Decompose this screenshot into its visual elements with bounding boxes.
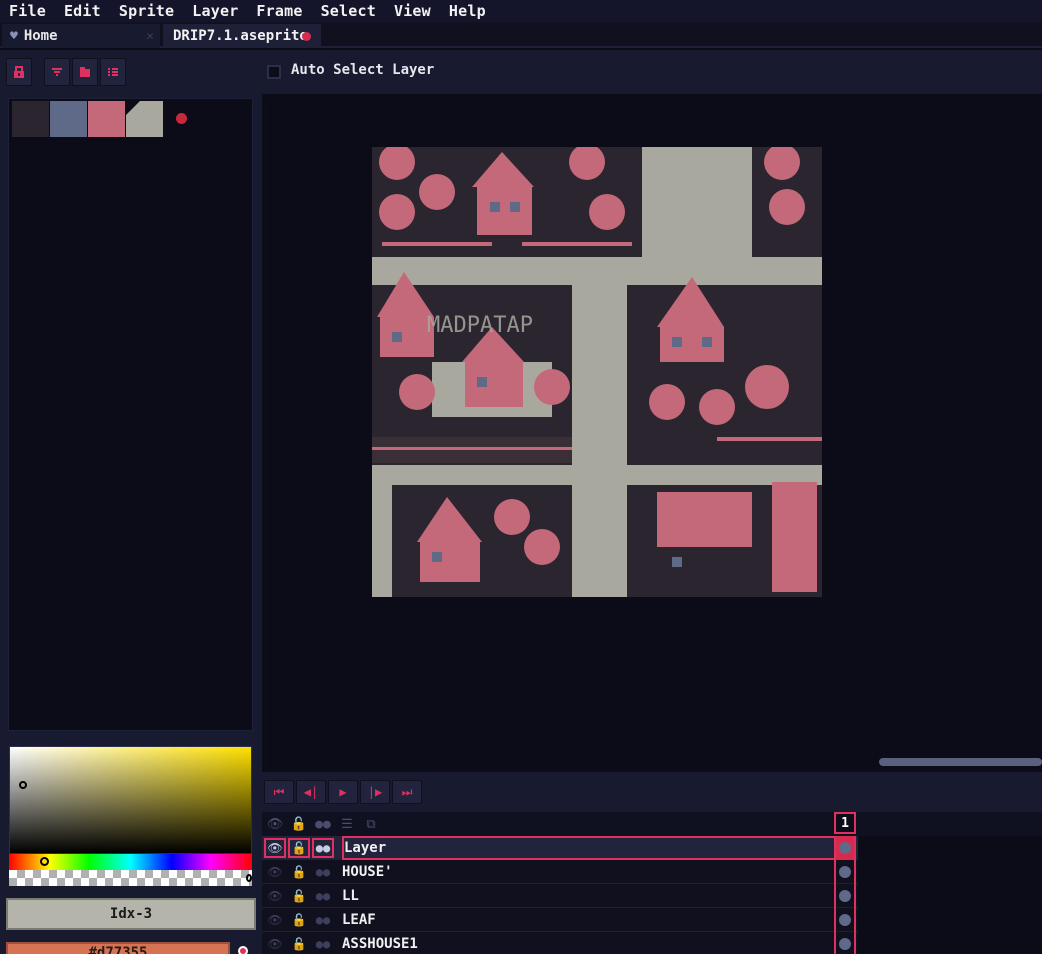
context-toolbar — [0, 50, 1042, 94]
continuous-icon[interactable]: ●● — [312, 838, 334, 858]
color-warning-icon[interactable] — [238, 946, 248, 954]
next-frame-icon[interactable]: |▶ — [360, 780, 390, 804]
eye-icon[interactable]: 👁 — [264, 814, 286, 834]
menu-file[interactable]: File — [0, 0, 55, 22]
tab-file[interactable]: DRIP7.1.aseprite — [163, 24, 321, 48]
palette-swatch-2[interactable] — [88, 101, 125, 137]
lock-icon[interactable] — [6, 58, 32, 86]
tab-home-label: Home — [23, 28, 58, 44]
cel-dot-icon — [839, 914, 851, 926]
menu-bar: File Edit Sprite Layer Frame Select View… — [0, 0, 1042, 22]
unlock-icon[interactable]: 🔓 — [288, 838, 310, 858]
color-hex-button[interactable]: #d77355 — [6, 942, 230, 954]
frame-number-header[interactable]: 1 — [834, 812, 856, 834]
hue-cursor[interactable] — [40, 857, 49, 866]
layer-row[interactable]: 👁 🔓 ●● Layer — [262, 836, 858, 860]
link-cels-icon[interactable]: ⧉ — [360, 814, 382, 834]
canvas-watermark: MADPATAP — [427, 313, 533, 338]
menu-sprite[interactable]: Sprite — [110, 0, 183, 22]
layer-name: LL — [342, 888, 359, 904]
eye-icon[interactable]: 👁 — [264, 934, 286, 954]
heart-icon: ♥ — [10, 28, 18, 44]
palette-swatch-1[interactable] — [50, 101, 87, 137]
sprite-canvas[interactable]: MADPATAP — [372, 147, 822, 597]
last-frame-icon[interactable]: ⏭ — [392, 780, 422, 804]
unlock-icon[interactable]: 🔓 — [288, 934, 310, 954]
cel[interactable] — [834, 884, 856, 908]
palette-options-icon[interactable] — [176, 113, 187, 124]
filter-icon[interactable] — [44, 58, 70, 86]
tab-file-label: DRIP7.1.aseprite — [173, 28, 308, 44]
color-saturation-value-picker[interactable] — [9, 746, 252, 854]
palette-swatch-3[interactable] — [126, 101, 163, 137]
cel-area[interactable] — [858, 836, 1042, 954]
folder-icon[interactable] — [72, 58, 98, 86]
cel-dot-icon — [839, 890, 851, 902]
cel[interactable] — [834, 836, 856, 860]
play-icon[interactable]: ▶ — [328, 780, 358, 804]
cel[interactable] — [834, 908, 856, 932]
auto-select-label: Auto Select Layer — [291, 62, 435, 78]
lock-icon[interactable]: 🔓 — [288, 814, 310, 834]
menu-edit[interactable]: Edit — [55, 0, 110, 22]
palette-panel — [8, 98, 253, 731]
unlock-icon[interactable]: 🔓 — [288, 886, 310, 906]
color-index-button[interactable]: Idx-3 — [6, 898, 256, 930]
eye-icon[interactable]: 👁 — [264, 910, 286, 930]
auto-select-checkbox[interactable] — [267, 65, 281, 79]
alpha-slider[interactable] — [9, 870, 252, 886]
tab-home[interactable]: ♥ Home ✕ — [2, 24, 160, 48]
menu-frame[interactable]: Frame — [247, 0, 311, 22]
layer-row[interactable]: 👁 🔓 ●● ASSHOUSE1 — [262, 932, 858, 954]
layer-settings-icon[interactable]: ☰ — [336, 814, 358, 834]
unsaved-dot-icon[interactable] — [302, 32, 311, 41]
town-map-artwork: MADPATAP — [372, 147, 822, 597]
layer-row[interactable]: 👁 🔓 ●● LEAF — [262, 908, 858, 932]
eye-icon[interactable]: 👁 — [264, 838, 286, 858]
layer-name: HOUSE' — [342, 864, 393, 880]
continuous-icon[interactable]: ●● — [312, 862, 334, 882]
previous-frame-icon[interactable]: ◀| — [296, 780, 326, 804]
unlock-icon[interactable]: 🔓 — [288, 862, 310, 882]
layer-name: Layer — [342, 836, 838, 860]
menu-view[interactable]: View — [385, 0, 440, 22]
eye-icon[interactable]: 👁 — [264, 862, 286, 882]
alpha-cursor[interactable] — [246, 874, 252, 882]
sv-cursor[interactable] — [19, 781, 27, 789]
layer-row[interactable]: 👁 🔓 ●● HOUSE' — [262, 860, 858, 884]
cel-dot-icon — [839, 938, 851, 950]
continuous-icon[interactable]: ●● — [312, 910, 334, 930]
palette-swatch-0[interactable] — [12, 101, 49, 137]
continuous-icon[interactable]: ●● — [312, 814, 334, 834]
cel-dot-icon — [839, 866, 851, 878]
layer-row[interactable]: 👁 🔓 ●● LL — [262, 884, 858, 908]
horizontal-scrollbar[interactable] — [879, 758, 1042, 766]
cel[interactable] — [834, 932, 856, 954]
menu-select[interactable]: Select — [312, 0, 385, 22]
close-icon[interactable]: ✕ — [146, 29, 154, 44]
first-frame-icon[interactable]: ⏮ — [264, 780, 294, 804]
cel-dot-icon — [839, 842, 851, 854]
continuous-icon[interactable]: ●● — [312, 886, 334, 906]
unlock-icon[interactable]: 🔓 — [288, 910, 310, 930]
app-window: File Edit Sprite Layer Frame Select View… — [0, 0, 1042, 954]
layer-name: LEAF — [342, 912, 376, 928]
list-icon[interactable] — [100, 58, 126, 86]
eye-icon[interactable]: 👁 — [264, 886, 286, 906]
menu-help[interactable]: Help — [440, 0, 495, 22]
cel[interactable] — [834, 860, 856, 884]
continuous-icon[interactable]: ●● — [312, 934, 334, 954]
tab-bar: ♥ Home ✕ DRIP7.1.aseprite — [0, 22, 1042, 48]
menu-layer[interactable]: Layer — [183, 0, 247, 22]
layer-name: ASSHOUSE1 — [342, 936, 418, 952]
